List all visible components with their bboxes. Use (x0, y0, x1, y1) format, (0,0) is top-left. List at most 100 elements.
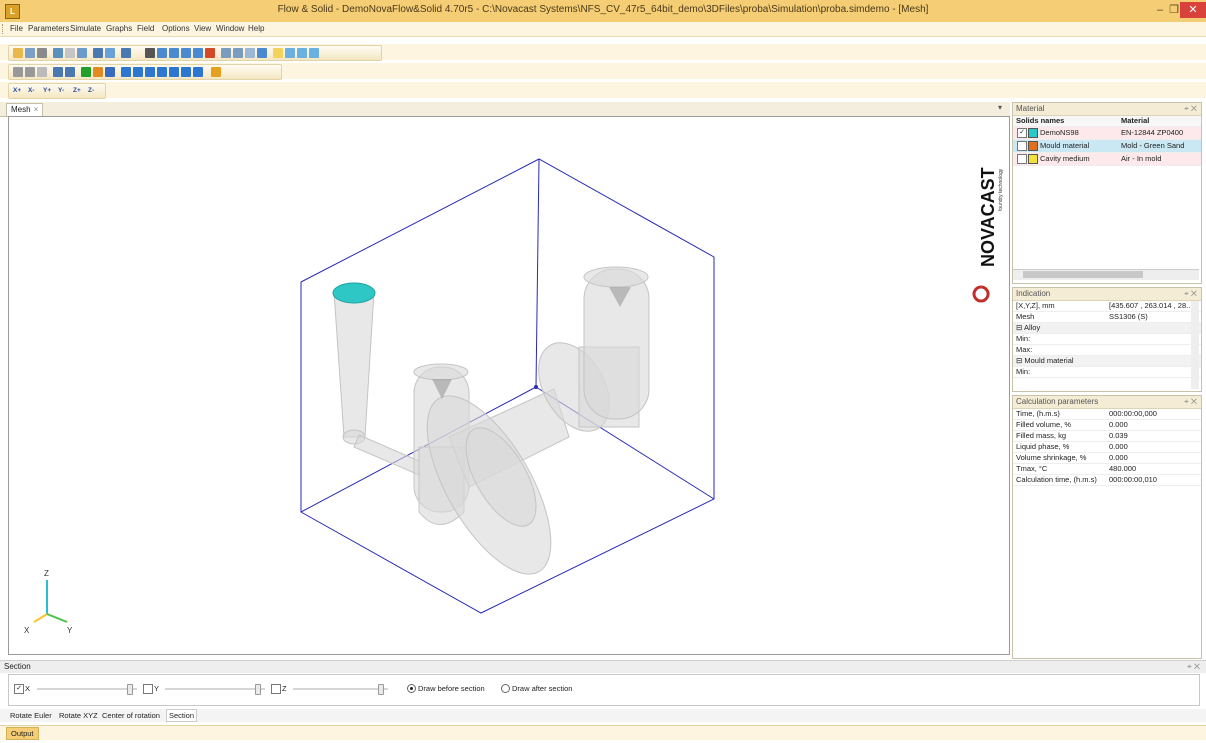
menu-field[interactable]: Field (137, 24, 154, 33)
view-top-icon[interactable] (181, 67, 191, 77)
section-x-slider[interactable] (37, 684, 137, 695)
col-material[interactable]: Material (1121, 116, 1149, 126)
menu-options[interactable]: Options (162, 24, 190, 33)
section-y-slider[interactable] (165, 684, 265, 695)
view-z-plus-button[interactable]: Z+ (73, 87, 81, 94)
hourglass-icon[interactable] (65, 48, 75, 58)
cube-icon[interactable] (221, 48, 231, 58)
tab-output[interactable]: Output (6, 727, 39, 740)
slider-thumb[interactable] (255, 684, 261, 695)
table-row[interactable]: ✓ DemoNS98 EN-12844 ZP0400 (1013, 127, 1201, 140)
col-solids-names[interactable]: Solids names (1016, 116, 1064, 126)
draw-before-radio[interactable] (407, 684, 416, 693)
material-hscrollbar[interactable] (1013, 269, 1199, 280)
eye-icon[interactable] (245, 48, 255, 58)
zoom-out-icon[interactable] (169, 48, 179, 58)
indication-group-alloy[interactable]: ⊟ Alloy (1013, 323, 1201, 334)
view-x-minus-button[interactable]: X- (28, 87, 35, 94)
indication-panel-pin-close[interactable]: ⌖ ✕ (1184, 288, 1197, 300)
pointer-icon[interactable] (145, 48, 155, 58)
menu-graphs[interactable]: Graphs (106, 24, 132, 33)
section-panel-pin-close[interactable]: ⌖ ✕ (1187, 661, 1200, 673)
settings-dropdown-icon[interactable] (211, 67, 221, 77)
bar-chart-icon[interactable] (93, 48, 103, 58)
solid-color-swatch[interactable] (1028, 128, 1038, 138)
window-icon[interactable] (285, 48, 295, 58)
zoom-in-icon[interactable] (157, 48, 167, 58)
menu-parameters[interactable]: Parameters (28, 24, 69, 33)
tab-mesh[interactable]: Mesh × (6, 103, 44, 116)
render-icon[interactable] (205, 48, 215, 58)
section-y-checkbox[interactable] (143, 684, 153, 694)
tab-rotate-xyz[interactable]: Rotate XYZ (59, 709, 98, 722)
zoom-window-icon[interactable] (233, 48, 243, 58)
mesh-viewport[interactable]: Z X Y NOVACAST foundry technology (8, 116, 1010, 655)
pan-icon[interactable] (181, 48, 191, 58)
menu-window[interactable]: Window (216, 24, 244, 33)
solid-color-swatch[interactable] (1028, 154, 1038, 164)
section-z-checkbox[interactable] (271, 684, 281, 694)
menu-simulate[interactable]: Simulate (70, 24, 101, 33)
slider-thumb[interactable] (378, 684, 384, 695)
solid-material[interactable]: Air - In mold (1121, 153, 1161, 165)
histogram-icon[interactable] (121, 48, 131, 58)
graph-icon[interactable] (105, 48, 115, 58)
draw-before-label[interactable]: Draw before section (418, 684, 485, 693)
fit-icon[interactable] (257, 48, 267, 58)
table-row[interactable]: Mould material Mold - Green Sand (1013, 140, 1201, 153)
list-icon[interactable] (309, 48, 319, 58)
save-icon[interactable] (25, 48, 35, 58)
close-button[interactable]: ✕ (1180, 2, 1206, 18)
print-icon[interactable] (37, 48, 47, 58)
palette-icon[interactable] (105, 67, 115, 77)
draw-after-radio[interactable] (501, 684, 510, 693)
material-icon[interactable] (93, 67, 103, 77)
calc-panel-pin-close[interactable]: ⌖ ✕ (1184, 396, 1197, 408)
draw-after-label[interactable]: Draw after section (512, 684, 572, 693)
view-back-icon[interactable] (145, 67, 155, 77)
indication-group-mould[interactable]: ⊟ Mould material (1013, 356, 1201, 367)
select-icon[interactable] (37, 67, 47, 77)
view-right-icon[interactable] (169, 67, 179, 77)
section-z-slider[interactable] (293, 684, 388, 695)
solid-visible-checkbox[interactable] (1017, 154, 1027, 164)
view-bottom-icon[interactable] (193, 67, 203, 77)
new-doc-icon[interactable] (273, 48, 283, 58)
table-row[interactable]: Cavity medium Air - In mold (1013, 153, 1201, 166)
solid-material[interactable]: EN-12844 ZP0400 (1121, 127, 1183, 139)
menu-view[interactable]: View (194, 24, 211, 33)
app-icon[interactable]: L (5, 4, 20, 19)
tab-close-icon[interactable]: × (34, 105, 39, 114)
structure-icon[interactable] (65, 67, 75, 77)
view-left-icon[interactable] (157, 67, 167, 77)
solid-visible-checkbox[interactable] (1017, 141, 1027, 151)
indication-vscrollbar[interactable] (1191, 301, 1199, 389)
rotate-icon[interactable] (193, 48, 203, 58)
menu-file[interactable]: File (10, 24, 23, 33)
view-x-plus-button[interactable]: X+ (13, 87, 21, 94)
view-y-plus-button[interactable]: Y+ (43, 87, 51, 94)
slider-thumb[interactable] (127, 684, 133, 695)
open-icon[interactable] (13, 48, 23, 58)
solid-visible-checkbox[interactable]: ✓ (1017, 128, 1027, 138)
menu-help[interactable]: Help (248, 24, 264, 33)
tab-dropdown-icon[interactable]: ▾ (998, 103, 1002, 112)
solid-material[interactable]: Mold - Green Sand (1121, 140, 1184, 152)
split-icon[interactable] (297, 48, 307, 58)
grid-icon[interactable] (53, 67, 63, 77)
view-iso-icon[interactable] (121, 67, 131, 77)
view-z-minus-button[interactable]: Z- (88, 87, 94, 94)
export-icon[interactable] (77, 48, 87, 58)
tab-section[interactable]: Section (166, 709, 198, 722)
brush-icon[interactable] (25, 67, 35, 77)
scrollbar-thumb[interactable] (1023, 271, 1143, 278)
pencil-icon[interactable] (13, 67, 23, 77)
solid-color-icon[interactable] (81, 67, 91, 77)
view-y-minus-button[interactable]: Y- (58, 87, 64, 94)
material-panel-pin-close[interactable]: ⌖ ✕ (1184, 103, 1197, 115)
solid-color-swatch[interactable] (1028, 141, 1038, 151)
section-x-checkbox[interactable]: ✓ (14, 684, 24, 694)
view-front-icon[interactable] (133, 67, 143, 77)
menu-grip[interactable] (2, 24, 6, 34)
tab-rotate-euler[interactable]: Rotate Euler (10, 709, 52, 722)
